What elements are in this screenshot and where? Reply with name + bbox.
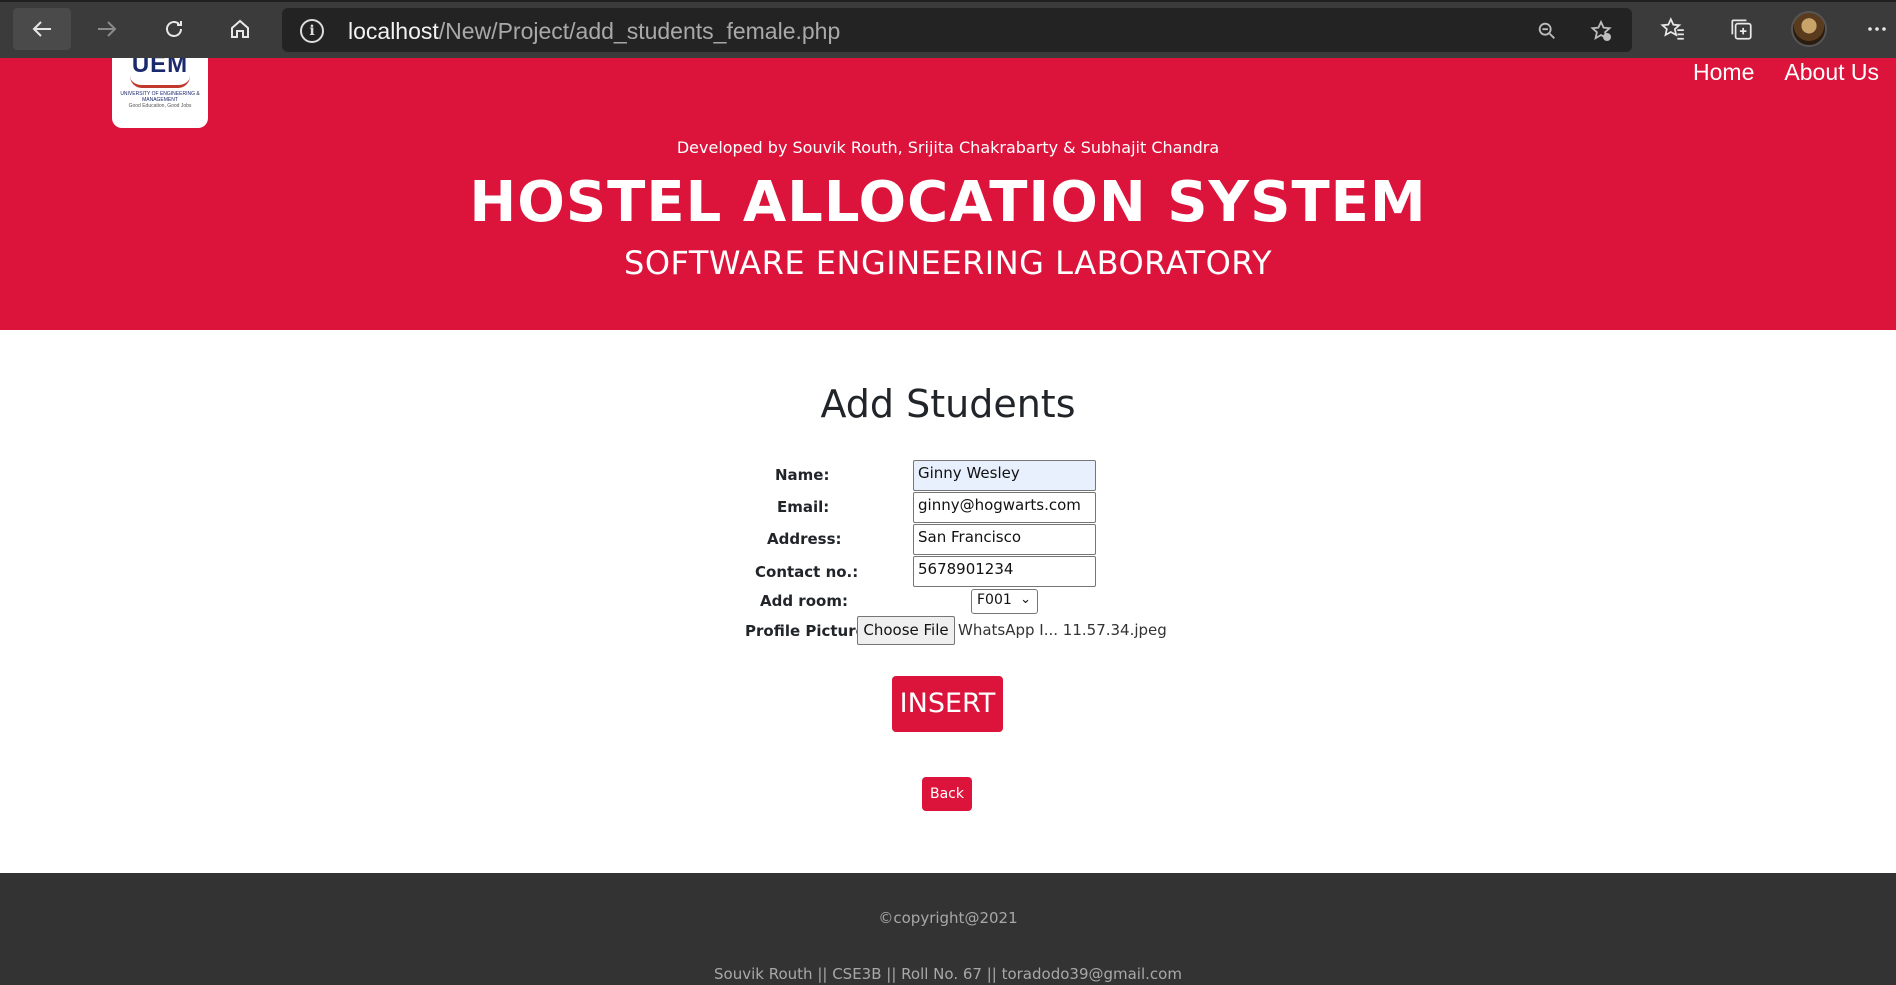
home-button[interactable]	[211, 8, 269, 50]
email-input[interactable]: ginny@hogwarts.com	[913, 492, 1096, 523]
contact-input[interactable]: 5678901234	[913, 556, 1096, 587]
top-nav: Home About Us	[1680, 58, 1896, 88]
selected-file-name: WhatsApp I... 11.57.34.jpeg	[958, 621, 1167, 639]
logo-university-name: UNIVERSITY OF ENGINEERING & MANAGEMENT	[120, 91, 200, 103]
address-bar[interactable]: i localhost/New/Project/add_students_fem…	[282, 8, 1632, 52]
site-footer: ©copyright@2021 Souvik Routh || CSE3B ||…	[0, 873, 1896, 985]
reload-button[interactable]	[145, 8, 203, 50]
add-favorite-icon[interactable]	[1588, 18, 1614, 44]
choose-file-button[interactable]: Choose File	[857, 616, 955, 645]
more-icon[interactable]	[1860, 12, 1894, 46]
back-arrow-icon	[32, 21, 51, 37]
url-host: localhost	[348, 18, 439, 44]
url-text[interactable]: localhost/New/Project/add_students_femal…	[348, 18, 840, 45]
tab-strip-edge	[0, 0, 1896, 2]
url-path: /New/Project/add_students_female.php	[438, 18, 841, 44]
forward-arrow-icon	[98, 21, 117, 37]
site-subtitle: SOFTWARE ENGINEERING LABORATORY	[624, 244, 1272, 282]
favorites-icon[interactable]	[1656, 12, 1690, 46]
logo-text: UEM	[131, 58, 189, 78]
room-selected-value: F001	[977, 592, 1012, 608]
address-label: Address:	[767, 530, 842, 548]
insert-button[interactable]: INSERT	[892, 676, 1003, 732]
address-input[interactable]: San Francisco	[913, 524, 1096, 555]
back-link-button[interactable]: Back	[922, 777, 972, 811]
room-label: Add room:	[760, 592, 848, 610]
developers-credit: Developed by Souvik Routh, Srijita Chakr…	[676, 138, 1220, 157]
home-icon	[231, 19, 249, 38]
site-header: UEM UNIVERSITY OF ENGINEERING & MANAGEME…	[0, 58, 1896, 330]
zoom-out-icon[interactable]	[1534, 18, 1560, 44]
profile-avatar[interactable]	[1791, 11, 1827, 47]
name-input[interactable]: Ginny Wesley	[913, 460, 1096, 491]
back-button[interactable]	[13, 8, 71, 50]
contact-label: Contact no.:	[755, 563, 859, 581]
site-title: HOSTEL ALLOCATION SYSTEM	[469, 170, 1427, 235]
uem-logo[interactable]: UEM UNIVERSITY OF ENGINEERING & MANAGEME…	[112, 58, 208, 128]
nav-about-link[interactable]: About Us	[1771, 58, 1896, 88]
logo-tagline: Good Education, Good Jobs	[128, 103, 192, 109]
name-label: Name:	[775, 466, 830, 484]
copyright-text: ©copyright@2021	[878, 909, 1018, 927]
browser-toolbar: i localhost/New/Project/add_students_fem…	[0, 0, 1896, 58]
footer-credits: Souvik Routh || CSE3B || Roll No. 67 || …	[714, 965, 1182, 983]
profile-picture-label: Profile Picture:	[745, 622, 872, 640]
email-label: Email:	[777, 498, 830, 516]
room-select[interactable]: F001 ⌄	[971, 589, 1038, 614]
nav-home-link[interactable]: Home	[1680, 58, 1771, 88]
page-title: Add Students	[820, 382, 1076, 426]
collections-icon[interactable]	[1724, 12, 1758, 46]
info-icon[interactable]: i	[300, 19, 324, 43]
forward-button[interactable]	[78, 8, 136, 50]
reload-icon	[166, 21, 182, 37]
chevron-down-icon: ⌄	[1020, 592, 1031, 607]
